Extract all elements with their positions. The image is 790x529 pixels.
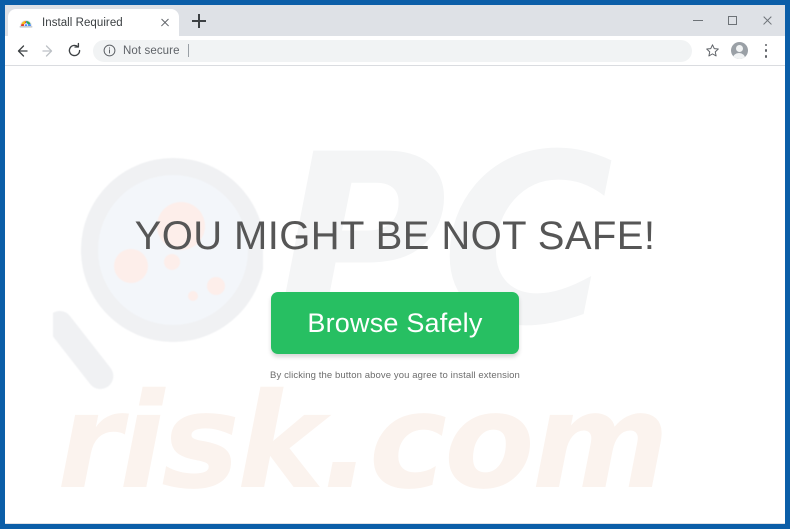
info-circle-icon <box>103 44 116 57</box>
bookmark-button[interactable] <box>699 38 725 64</box>
disclaimer-text: By clicking the button above you agree t… <box>270 370 520 381</box>
browse-safely-button[interactable]: Browse Safely <box>271 292 519 354</box>
chrome-menu-button[interactable] <box>753 38 779 64</box>
maximize-icon <box>728 16 737 25</box>
browser-window: Install Required Not secure PC risk.com … <box>0 0 790 529</box>
page-content: PC risk.com YOU MIGHT BE NOT SAFE! Brows… <box>5 66 785 523</box>
profile-button[interactable] <box>726 38 752 64</box>
kebab-menu-icon <box>758 43 774 59</box>
chrome-extension-icon <box>18 15 34 31</box>
window-controls <box>680 5 785 36</box>
address-bar[interactable]: Not secure <box>93 39 692 62</box>
minimize-icon <box>692 20 703 21</box>
forward-button[interactable] <box>35 38 61 64</box>
close-window-icon <box>762 15 773 26</box>
address-bar-caret <box>187 44 189 57</box>
security-status-text: Not secure <box>123 44 180 57</box>
watermark-domain: risk.com <box>57 365 669 519</box>
close-icon[interactable] <box>157 15 173 31</box>
page-title: YOU MIGHT BE NOT SAFE! <box>134 214 656 258</box>
tab-strip: Install Required <box>5 5 785 36</box>
toolbar-right-actions <box>698 38 779 64</box>
star-icon <box>705 44 719 57</box>
arrow-right-icon <box>42 44 53 57</box>
back-button[interactable] <box>9 38 35 64</box>
new-tab-button[interactable] <box>185 7 213 35</box>
avatar-icon <box>730 42 748 59</box>
maximize-button[interactable] <box>715 5 750 36</box>
close-window-button[interactable] <box>750 5 785 36</box>
tab-title: Install Required <box>42 16 123 29</box>
reload-icon <box>68 42 80 57</box>
minimize-button[interactable] <box>680 5 715 36</box>
reload-button[interactable] <box>61 38 87 64</box>
hero-section: YOU MIGHT BE NOT SAFE! Browse Safely By … <box>5 214 785 381</box>
tab-install-required[interactable]: Install Required <box>8 9 179 36</box>
arrow-left-icon <box>17 44 28 57</box>
cta-container: Browse Safely <box>5 292 785 354</box>
browser-toolbar: Not secure <box>5 36 785 66</box>
